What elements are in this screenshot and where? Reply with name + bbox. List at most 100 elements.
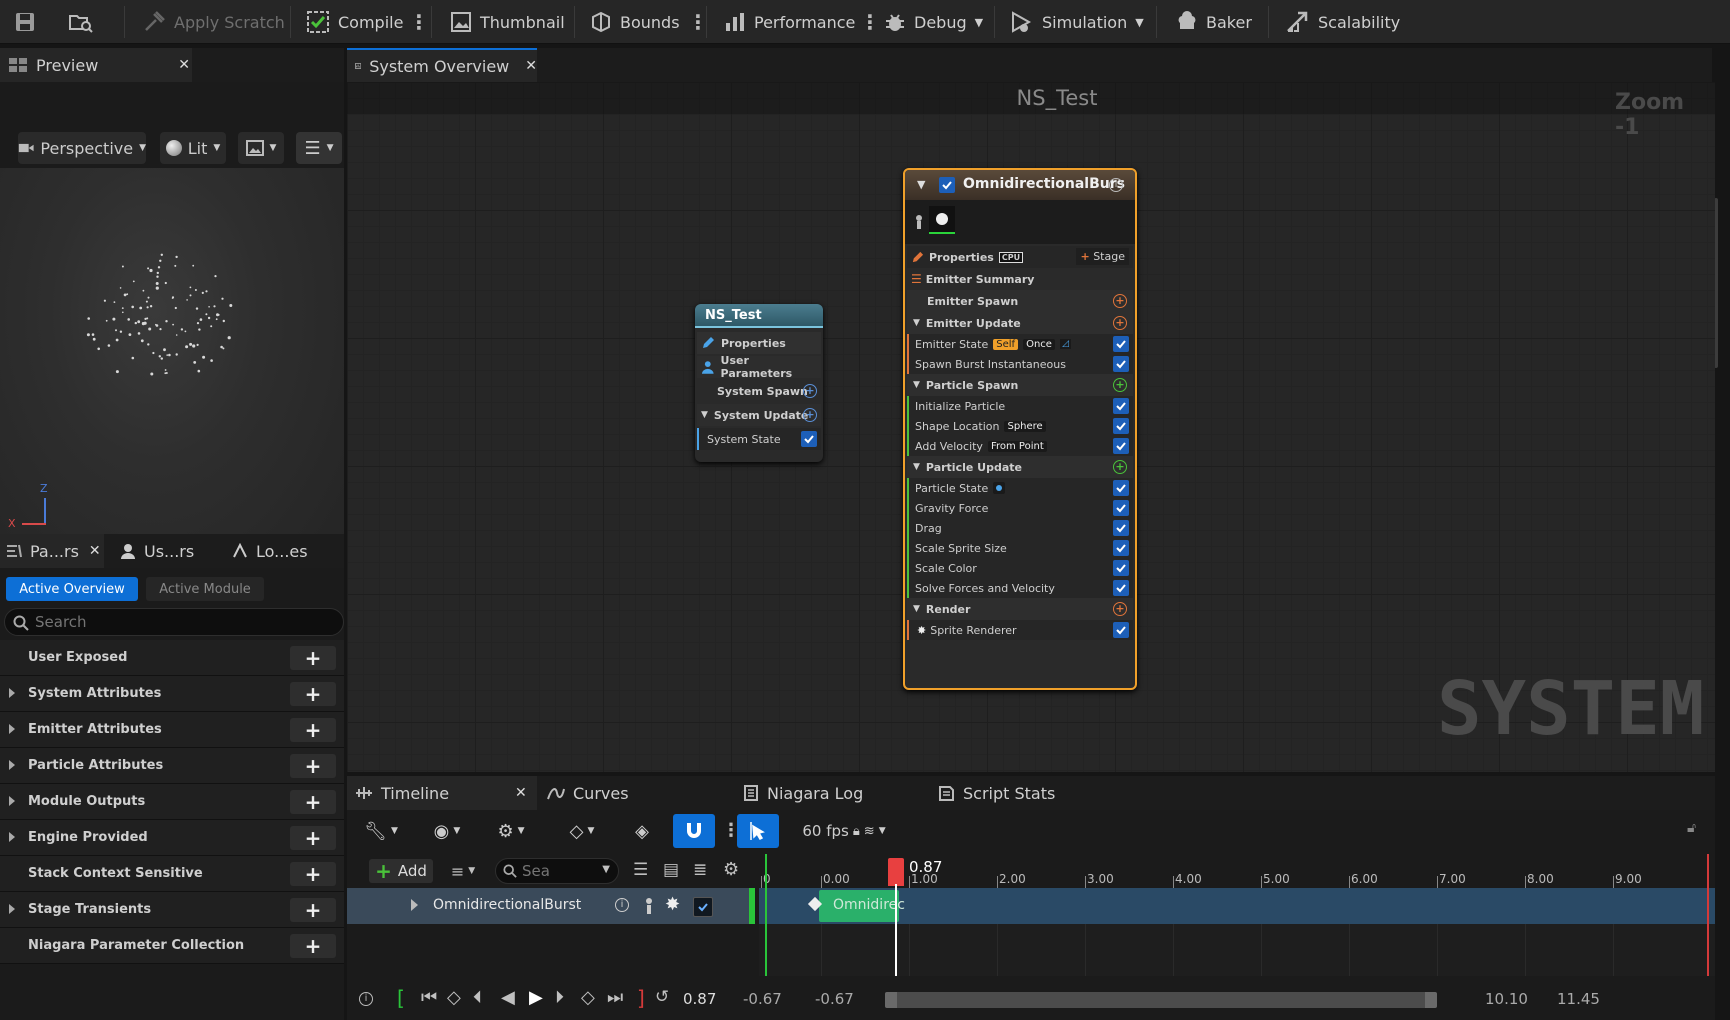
expand-arrow-icon[interactable] bbox=[9, 688, 15, 698]
tab-timeline[interactable]: Timeline ✕ bbox=[347, 776, 537, 810]
sprite-renderer-row[interactable]: ✸ Sprite Renderer bbox=[907, 620, 1133, 640]
parameter-category-row[interactable]: Engine Provided + bbox=[0, 820, 344, 856]
add-parameter-button[interactable]: + bbox=[290, 790, 336, 814]
playhead-snap-toggle[interactable] bbox=[737, 814, 779, 848]
info-icon[interactable]: i bbox=[359, 992, 373, 1006]
tab-niagara-log[interactable]: Niagara Log bbox=[743, 776, 863, 810]
expand-all-icon[interactable]: ▤ bbox=[663, 860, 679, 880]
parameter-category-row[interactable]: Module Outputs + bbox=[0, 784, 344, 820]
close-icon[interactable]: ✕ bbox=[515, 785, 527, 801]
view-start-value[interactable]: -0.67 bbox=[815, 990, 854, 1008]
play-icon[interactable]: ▶ bbox=[529, 987, 543, 1008]
performance-button[interactable]: Performance bbox=[724, 0, 855, 44]
enabled-checkbox[interactable] bbox=[1113, 520, 1129, 536]
emitter-enabled-checkbox[interactable] bbox=[939, 177, 955, 193]
add-module-icon[interactable]: + bbox=[803, 384, 817, 398]
emitter-properties-row[interactable]: Properties CPU + Stage bbox=[907, 246, 1133, 268]
lit-dropdown[interactable]: Lit ▼ bbox=[160, 132, 226, 164]
baker-button[interactable]: Baker bbox=[1176, 0, 1252, 44]
set-end-icon[interactable]: ] bbox=[637, 986, 645, 1010]
enabled-checkbox[interactable] bbox=[1113, 438, 1129, 454]
debug-dropdown[interactable]: Debug ▼ bbox=[884, 0, 983, 44]
expand-icon[interactable]: ▼ bbox=[913, 318, 920, 328]
shape-location-row[interactable]: Shape Location Sphere bbox=[907, 416, 1133, 436]
expand-arrow-icon[interactable] bbox=[9, 760, 15, 770]
enabled-checkbox[interactable] bbox=[1113, 580, 1129, 596]
jump-to-end-icon[interactable]: ⏭ bbox=[607, 987, 623, 1008]
set-start-icon[interactable]: [ bbox=[397, 986, 405, 1010]
bounds-options-button[interactable]: ⋮ bbox=[688, 0, 708, 44]
search-box[interactable] bbox=[4, 608, 344, 636]
user-parameters-row[interactable]: User Parameters bbox=[697, 354, 821, 380]
add-parameter-button[interactable]: + bbox=[290, 646, 336, 670]
add-module-icon[interactable]: + bbox=[1113, 316, 1127, 330]
viewport-menu-button[interactable]: ☰ ▼ bbox=[296, 132, 342, 164]
system-state-row[interactable]: System State bbox=[697, 428, 821, 450]
simulation-dropdown[interactable]: Simulation ▼ bbox=[1010, 0, 1144, 44]
particle-state-row[interactable]: Particle State bbox=[907, 478, 1133, 498]
expand-arrow-icon[interactable] bbox=[9, 724, 15, 734]
active-module-button[interactable]: Active Module bbox=[146, 577, 264, 601]
track-enabled-checkbox[interactable] bbox=[693, 897, 713, 917]
tab-script-stats[interactable]: Script Stats bbox=[937, 776, 1055, 810]
spawn-burst-row[interactable]: Spawn Burst Instantaneous bbox=[907, 354, 1133, 374]
add-parameter-button[interactable]: + bbox=[290, 682, 336, 706]
emitter-update-row[interactable]: ▼ Emitter Update + bbox=[907, 312, 1133, 334]
compile-button[interactable]: Compile bbox=[306, 0, 403, 44]
step-back-icon[interactable]: ⏴ bbox=[473, 987, 482, 1008]
fps-dropdown[interactable]: 60 fps 🔒︎ ≋ ▼ bbox=[789, 814, 899, 848]
thumbnail-button[interactable]: Thumbnail bbox=[450, 0, 565, 44]
particle-update-row[interactable]: ▼ Particle Update + bbox=[907, 456, 1133, 478]
save-button[interactable] bbox=[14, 0, 36, 44]
system-overview-graph[interactable]: NS_Test Zoom -1 SYSTEM NS_Test Propertie… bbox=[347, 82, 1715, 772]
browse-button[interactable] bbox=[68, 0, 94, 44]
enabled-checkbox[interactable] bbox=[1113, 540, 1129, 556]
playback-options-dropdown[interactable]: ⚙ ▼ bbox=[487, 814, 535, 848]
add-module-icon[interactable]: + bbox=[1113, 294, 1127, 308]
expand-icon[interactable]: ▼ bbox=[913, 462, 920, 472]
system-properties-row[interactable]: Properties bbox=[697, 332, 821, 354]
close-icon[interactable]: ✕ bbox=[525, 58, 537, 74]
step-forward-icon[interactable]: ⏵ bbox=[555, 987, 564, 1008]
track-search-box[interactable]: ▼ bbox=[495, 858, 619, 884]
jump-to-start-icon[interactable]: ⏮ bbox=[421, 987, 437, 1008]
add-module-icon[interactable]: + bbox=[1113, 602, 1127, 616]
view-options-dropdown[interactable]: ◉ ▼ bbox=[423, 814, 471, 848]
track-row[interactable]: OmnidirectionalBurst i ✸ bbox=[347, 888, 755, 924]
scalability-button[interactable]: Scalability bbox=[1286, 0, 1400, 44]
range-end-value[interactable]: 11.45 bbox=[1557, 990, 1600, 1008]
add-parameter-button[interactable]: + bbox=[290, 826, 336, 850]
perspective-dropdown[interactable]: Perspective ▼ bbox=[18, 132, 146, 164]
key-options-dropdown[interactable]: ◇ ▼ bbox=[559, 814, 605, 848]
render-row[interactable]: ▼ Render + bbox=[907, 598, 1133, 620]
enabled-checkbox[interactable] bbox=[1113, 500, 1129, 516]
unlock-icon[interactable]: 🔓︎ bbox=[1687, 820, 1696, 836]
enabled-checkbox[interactable] bbox=[1113, 336, 1129, 352]
playhead-handle[interactable] bbox=[888, 858, 904, 886]
system-spawn-row[interactable]: System Spawn + bbox=[697, 380, 821, 402]
gravity-force-row[interactable]: Gravity Force bbox=[907, 498, 1133, 518]
add-parameter-button[interactable]: + bbox=[290, 754, 336, 778]
enabled-checkbox[interactable] bbox=[1113, 480, 1129, 496]
settings-gear-icon[interactable]: ⚙ bbox=[723, 859, 739, 880]
timeline-track-area[interactable]: 00.001.002.003.004.005.006.007.008.009.0… bbox=[759, 854, 1715, 976]
solve-forces-row[interactable]: Solve Forces and Velocity bbox=[907, 578, 1133, 598]
emitter-preview-thumbnail[interactable] bbox=[929, 206, 955, 234]
show-dropdown[interactable]: ▼ bbox=[238, 132, 284, 164]
list-view-icon[interactable]: ≣ bbox=[693, 860, 707, 880]
search-input[interactable] bbox=[35, 612, 325, 632]
auto-key-button[interactable]: ◈ bbox=[625, 814, 659, 848]
emitter-spawn-row[interactable]: Emitter Spawn + bbox=[907, 290, 1133, 312]
collapse-icon[interactable]: ▼ bbox=[917, 178, 925, 191]
system-node[interactable]: NS_Test Properties User Parameters Syste… bbox=[695, 304, 823, 462]
range-start-value[interactable]: -0.67 bbox=[743, 990, 782, 1008]
parameter-category-row[interactable]: Particle Attributes + bbox=[0, 748, 344, 784]
bounds-button[interactable]: Bounds bbox=[590, 0, 680, 44]
add-module-icon[interactable]: + bbox=[803, 408, 817, 422]
expand-track-icon[interactable] bbox=[411, 899, 418, 911]
loop-icon[interactable]: ↺ bbox=[655, 987, 669, 1007]
track-search-input[interactable] bbox=[522, 862, 592, 880]
close-icon[interactable]: ✕ bbox=[178, 57, 190, 73]
parameter-category-row[interactable]: Emitter Attributes + bbox=[0, 712, 344, 748]
scrollbar-thumb[interactable] bbox=[885, 992, 1437, 1008]
